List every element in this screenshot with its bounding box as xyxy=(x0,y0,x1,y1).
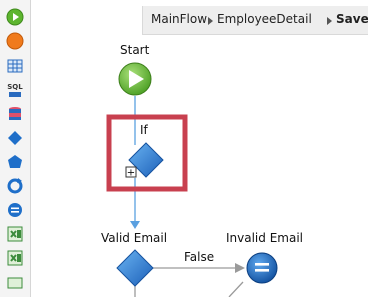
connector-arrowhead xyxy=(130,221,140,229)
switch-icon[interactable] xyxy=(5,152,25,172)
assign-icon[interactable] xyxy=(5,200,25,220)
end-icon[interactable] xyxy=(5,31,25,51)
if-label: If xyxy=(140,123,148,137)
expand-icon[interactable]: + xyxy=(125,166,137,179)
aggregate-icon[interactable] xyxy=(5,56,25,76)
start-label: Start xyxy=(120,43,150,57)
entity-action-icon[interactable] xyxy=(5,104,25,124)
valid-email-label: Valid Email xyxy=(101,231,168,245)
sql-icon-text: SQL xyxy=(7,83,23,91)
more-tools-icon[interactable] xyxy=(5,272,25,292)
expand-symbol: + xyxy=(127,168,135,179)
false-branch-label: False xyxy=(184,250,215,264)
excel-to-record-list-icon[interactable] xyxy=(5,224,25,244)
valid-email-node[interactable] xyxy=(116,249,154,287)
start-node[interactable] xyxy=(118,62,152,96)
connector-invalid-out xyxy=(228,281,244,297)
invalid-email-node[interactable] xyxy=(246,252,278,284)
toolbox-palette: SQL xyxy=(0,0,31,297)
record-list-to-excel-icon[interactable] xyxy=(5,248,25,268)
start-icon[interactable] xyxy=(5,7,25,27)
invalid-email-label: Invalid Email xyxy=(226,231,303,245)
if-icon[interactable] xyxy=(5,128,25,148)
connector-false-arrowhead xyxy=(235,263,245,273)
foreach-icon[interactable] xyxy=(5,176,25,196)
sql-icon[interactable]: SQL xyxy=(5,80,25,100)
flow-canvas[interactable]: + Start If Valid Email Invalid Email Fal… xyxy=(31,0,368,297)
